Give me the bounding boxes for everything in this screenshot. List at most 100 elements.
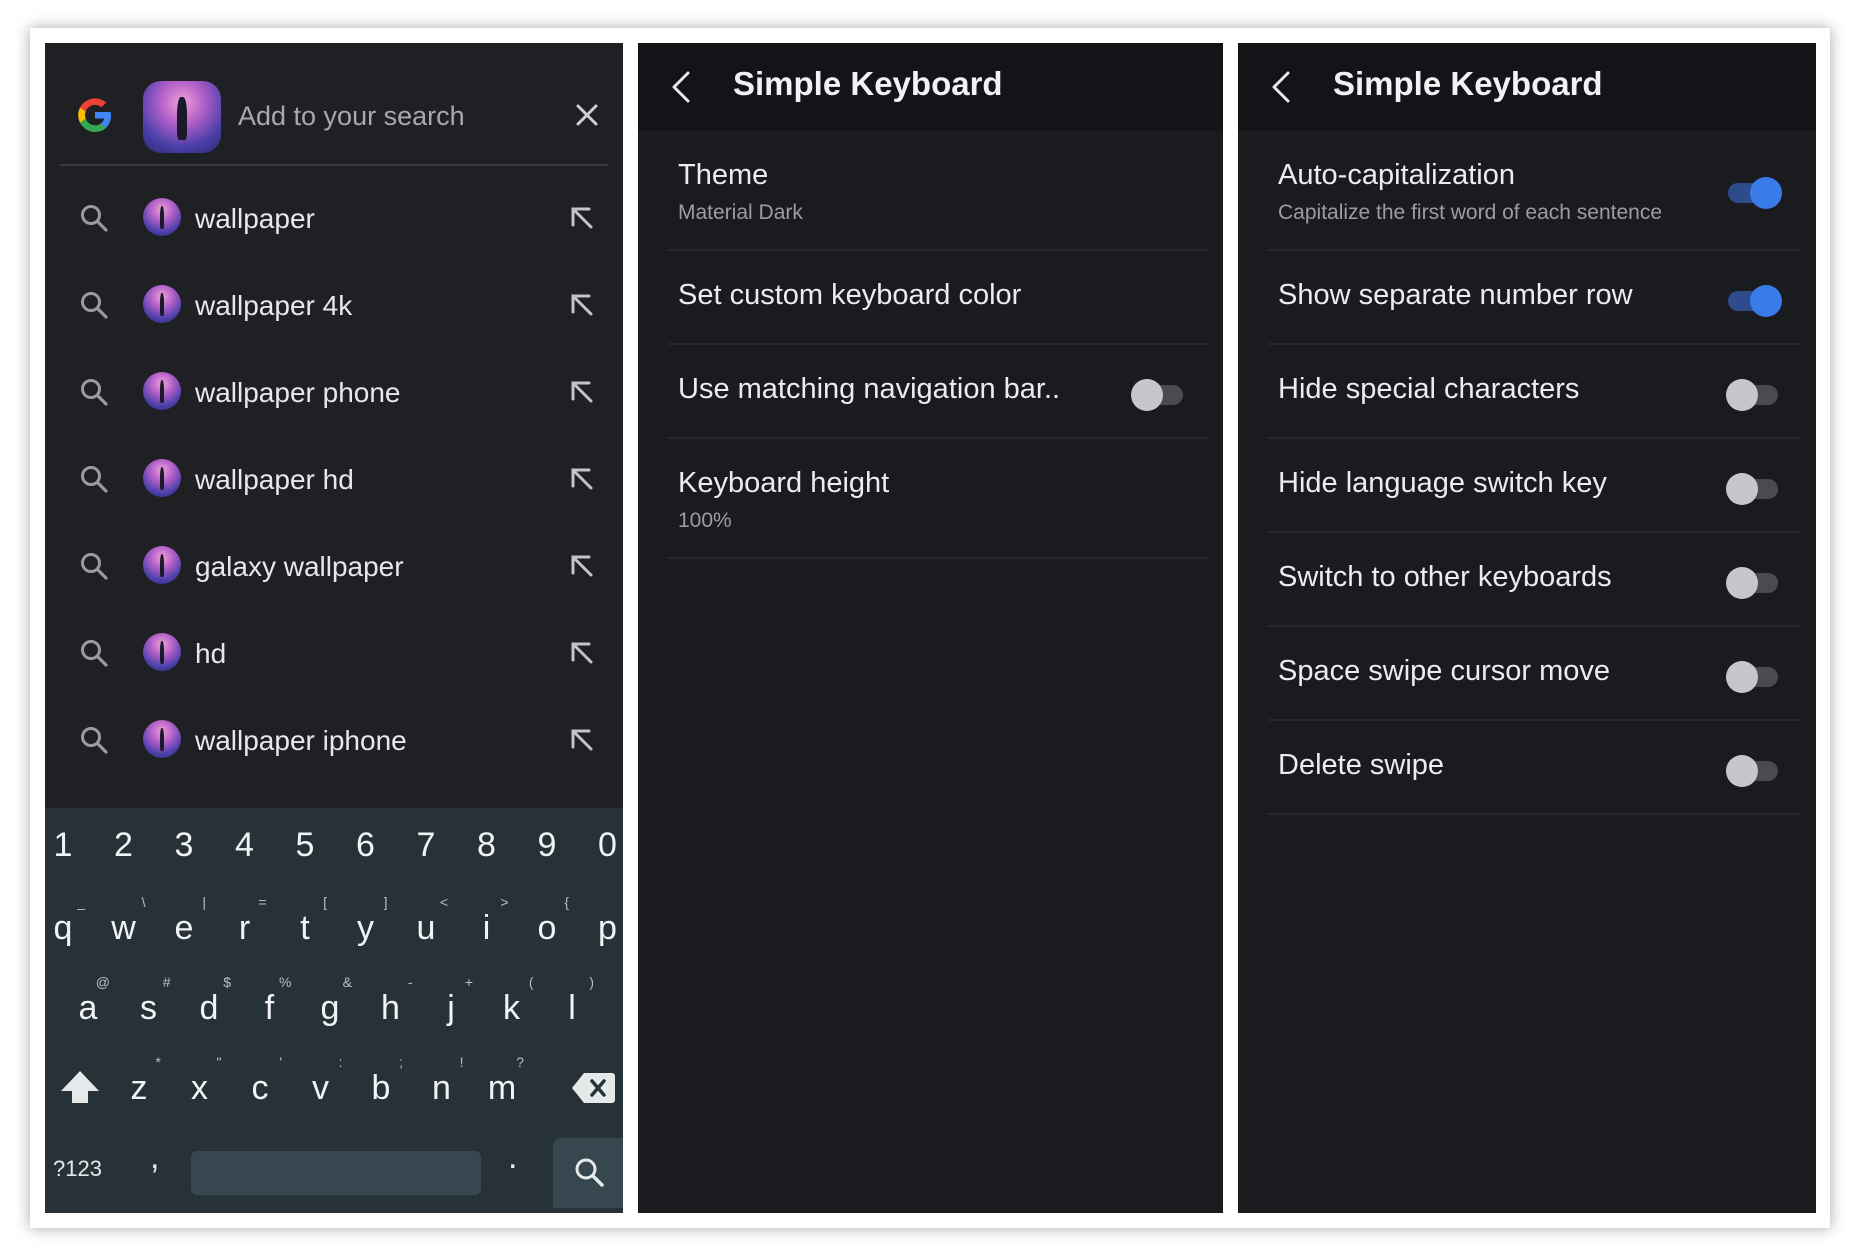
key-hint: : xyxy=(338,1054,343,1070)
settings-item[interactable]: Set custom keyboard color xyxy=(638,251,1223,345)
settings-item[interactable]: Switch to other keyboards xyxy=(1238,533,1816,627)
suggestion-item[interactable]: wallpaper 4k xyxy=(45,265,623,345)
key-hint: $ xyxy=(223,974,231,990)
search-bar[interactable]: Add to your search xyxy=(45,43,623,168)
key[interactable]: a @ xyxy=(58,974,118,1040)
search-icon xyxy=(81,205,108,232)
backspace-key-icon[interactable] xyxy=(570,1070,616,1106)
key[interactable]: 1 xyxy=(45,813,93,877)
key[interactable]: y] xyxy=(336,894,396,960)
fill-query-arrow-icon[interactable] xyxy=(565,549,597,581)
settings-item[interactable]: Show separate number row xyxy=(1238,251,1816,345)
key[interactable]: r = xyxy=(215,894,275,960)
key-hint: ? xyxy=(516,1054,524,1070)
key[interactable]: v: xyxy=(291,1054,351,1120)
key[interactable]: 0 xyxy=(578,813,624,877)
setting-label: Theme xyxy=(678,159,769,191)
search-key[interactable] xyxy=(553,1138,623,1208)
toggle-switch[interactable] xyxy=(1726,567,1778,599)
settings-item[interactable]: Use matching navigation bar.. xyxy=(638,345,1223,439)
fill-query-arrow-icon[interactable] xyxy=(565,636,597,668)
search-panel: Add to your search wallpaper wallpaper 4k… xyxy=(45,43,623,1213)
settings-item[interactable]: Delete swipe xyxy=(1238,721,1816,815)
space-key[interactable] xyxy=(191,1151,481,1195)
toggle-switch[interactable] xyxy=(1726,755,1778,787)
settings-item[interactable]: Hide special characters xyxy=(1238,345,1816,439)
key[interactable]: f% xyxy=(240,974,300,1040)
toggle-switch[interactable] xyxy=(1726,473,1778,505)
fill-query-arrow-icon[interactable] xyxy=(565,462,597,494)
key-hint: ; xyxy=(399,1054,403,1070)
key[interactable]: 6 xyxy=(336,813,396,877)
key[interactable]: j + xyxy=(421,974,481,1040)
key[interactable]: w \ xyxy=(94,894,154,960)
key[interactable]: n! xyxy=(412,1054,472,1120)
key[interactable]: 4 xyxy=(215,813,275,877)
suggestion-item[interactable]: wallpaper hd xyxy=(45,439,623,519)
key[interactable]: d $ xyxy=(179,974,239,1040)
settings-item[interactable]: Theme Material Dark xyxy=(638,131,1223,251)
key-hint: * xyxy=(155,1054,161,1070)
key[interactable]: 5 xyxy=(275,813,335,877)
key[interactable]: q _ xyxy=(45,894,93,960)
key[interactable]: 9 xyxy=(517,813,577,877)
back-arrow-icon[interactable] xyxy=(668,69,696,105)
shift-key-icon[interactable] xyxy=(55,1063,105,1113)
search-placeholder[interactable]: Add to your search xyxy=(238,101,465,132)
settings-item[interactable]: Space swipe cursor move xyxy=(1238,627,1816,721)
suggestion-item[interactable]: wallpaper xyxy=(45,178,623,258)
key[interactable]: t[ xyxy=(275,894,335,960)
key[interactable]: h- xyxy=(361,974,421,1040)
key[interactable]: m? xyxy=(472,1054,532,1120)
key[interactable]: 7 xyxy=(396,813,456,877)
toggle-switch[interactable] xyxy=(1726,379,1778,411)
key[interactable]: k( xyxy=(482,974,542,1040)
suggestion-item[interactable]: galaxy wallpaper xyxy=(45,526,623,606)
fill-query-arrow-icon[interactable] xyxy=(565,201,597,233)
key[interactable]: u < xyxy=(396,894,456,960)
fill-query-arrow-icon[interactable] xyxy=(565,723,597,755)
key[interactable]: x " xyxy=(170,1054,230,1120)
setting-label: Hide language switch key xyxy=(1278,467,1607,499)
key[interactable]: s # xyxy=(119,974,179,1040)
key[interactable]: 2 xyxy=(94,813,154,877)
key[interactable]: p xyxy=(578,896,624,960)
suggestion-item[interactable]: hd xyxy=(45,613,623,693)
setting-label: Use matching navigation bar.. xyxy=(678,373,1061,405)
period-key[interactable]: . xyxy=(508,1138,517,1177)
key[interactable]: g & xyxy=(300,974,360,1040)
suggestion-item[interactable]: wallpaper phone xyxy=(45,352,623,432)
toggle-switch[interactable] xyxy=(1728,285,1782,317)
key[interactable]: c ' xyxy=(230,1054,290,1120)
close-icon[interactable] xyxy=(570,98,604,132)
key-label: 7 xyxy=(416,826,436,864)
key[interactable]: 3 xyxy=(154,813,214,877)
key-label: 4 xyxy=(235,826,254,864)
comma-key[interactable]: , xyxy=(150,1138,159,1177)
suggestion-item[interactable]: wallpaper iphone xyxy=(45,700,623,780)
key[interactable]: l) xyxy=(542,974,602,1040)
key-label: 9 xyxy=(537,826,557,864)
toggle-switch[interactable] xyxy=(1131,379,1183,411)
key-hint: [ xyxy=(323,894,327,910)
settings-item[interactable]: Hide language switch key xyxy=(1238,439,1816,533)
settings-item[interactable]: Keyboard height 100% xyxy=(638,439,1223,559)
setting-summary: 100% xyxy=(678,509,732,532)
key[interactable]: 8 xyxy=(457,813,517,877)
key-hint: ' xyxy=(279,1054,282,1070)
fill-query-arrow-icon[interactable] xyxy=(565,375,597,407)
key-label: t xyxy=(300,909,310,947)
key[interactable]: b; xyxy=(351,1054,411,1120)
fill-query-arrow-icon[interactable] xyxy=(565,288,597,320)
toggle-switch[interactable] xyxy=(1728,177,1782,209)
key[interactable]: e | xyxy=(154,894,214,960)
keyboard-row-q: q _ w \ e | r = t[y] u < i > o{p xyxy=(45,894,624,966)
symbols-key[interactable]: ?123 xyxy=(53,1156,102,1182)
key[interactable]: o{ xyxy=(517,894,577,960)
key[interactable]: i > xyxy=(457,894,517,960)
settings-item[interactable]: Auto-capitalization Capitalize the first … xyxy=(1238,131,1816,251)
back-arrow-icon[interactable] xyxy=(1268,69,1296,105)
lens-image-thumbnail[interactable] xyxy=(143,81,221,153)
toggle-switch[interactable] xyxy=(1726,661,1778,693)
key[interactable]: z * xyxy=(109,1054,169,1120)
